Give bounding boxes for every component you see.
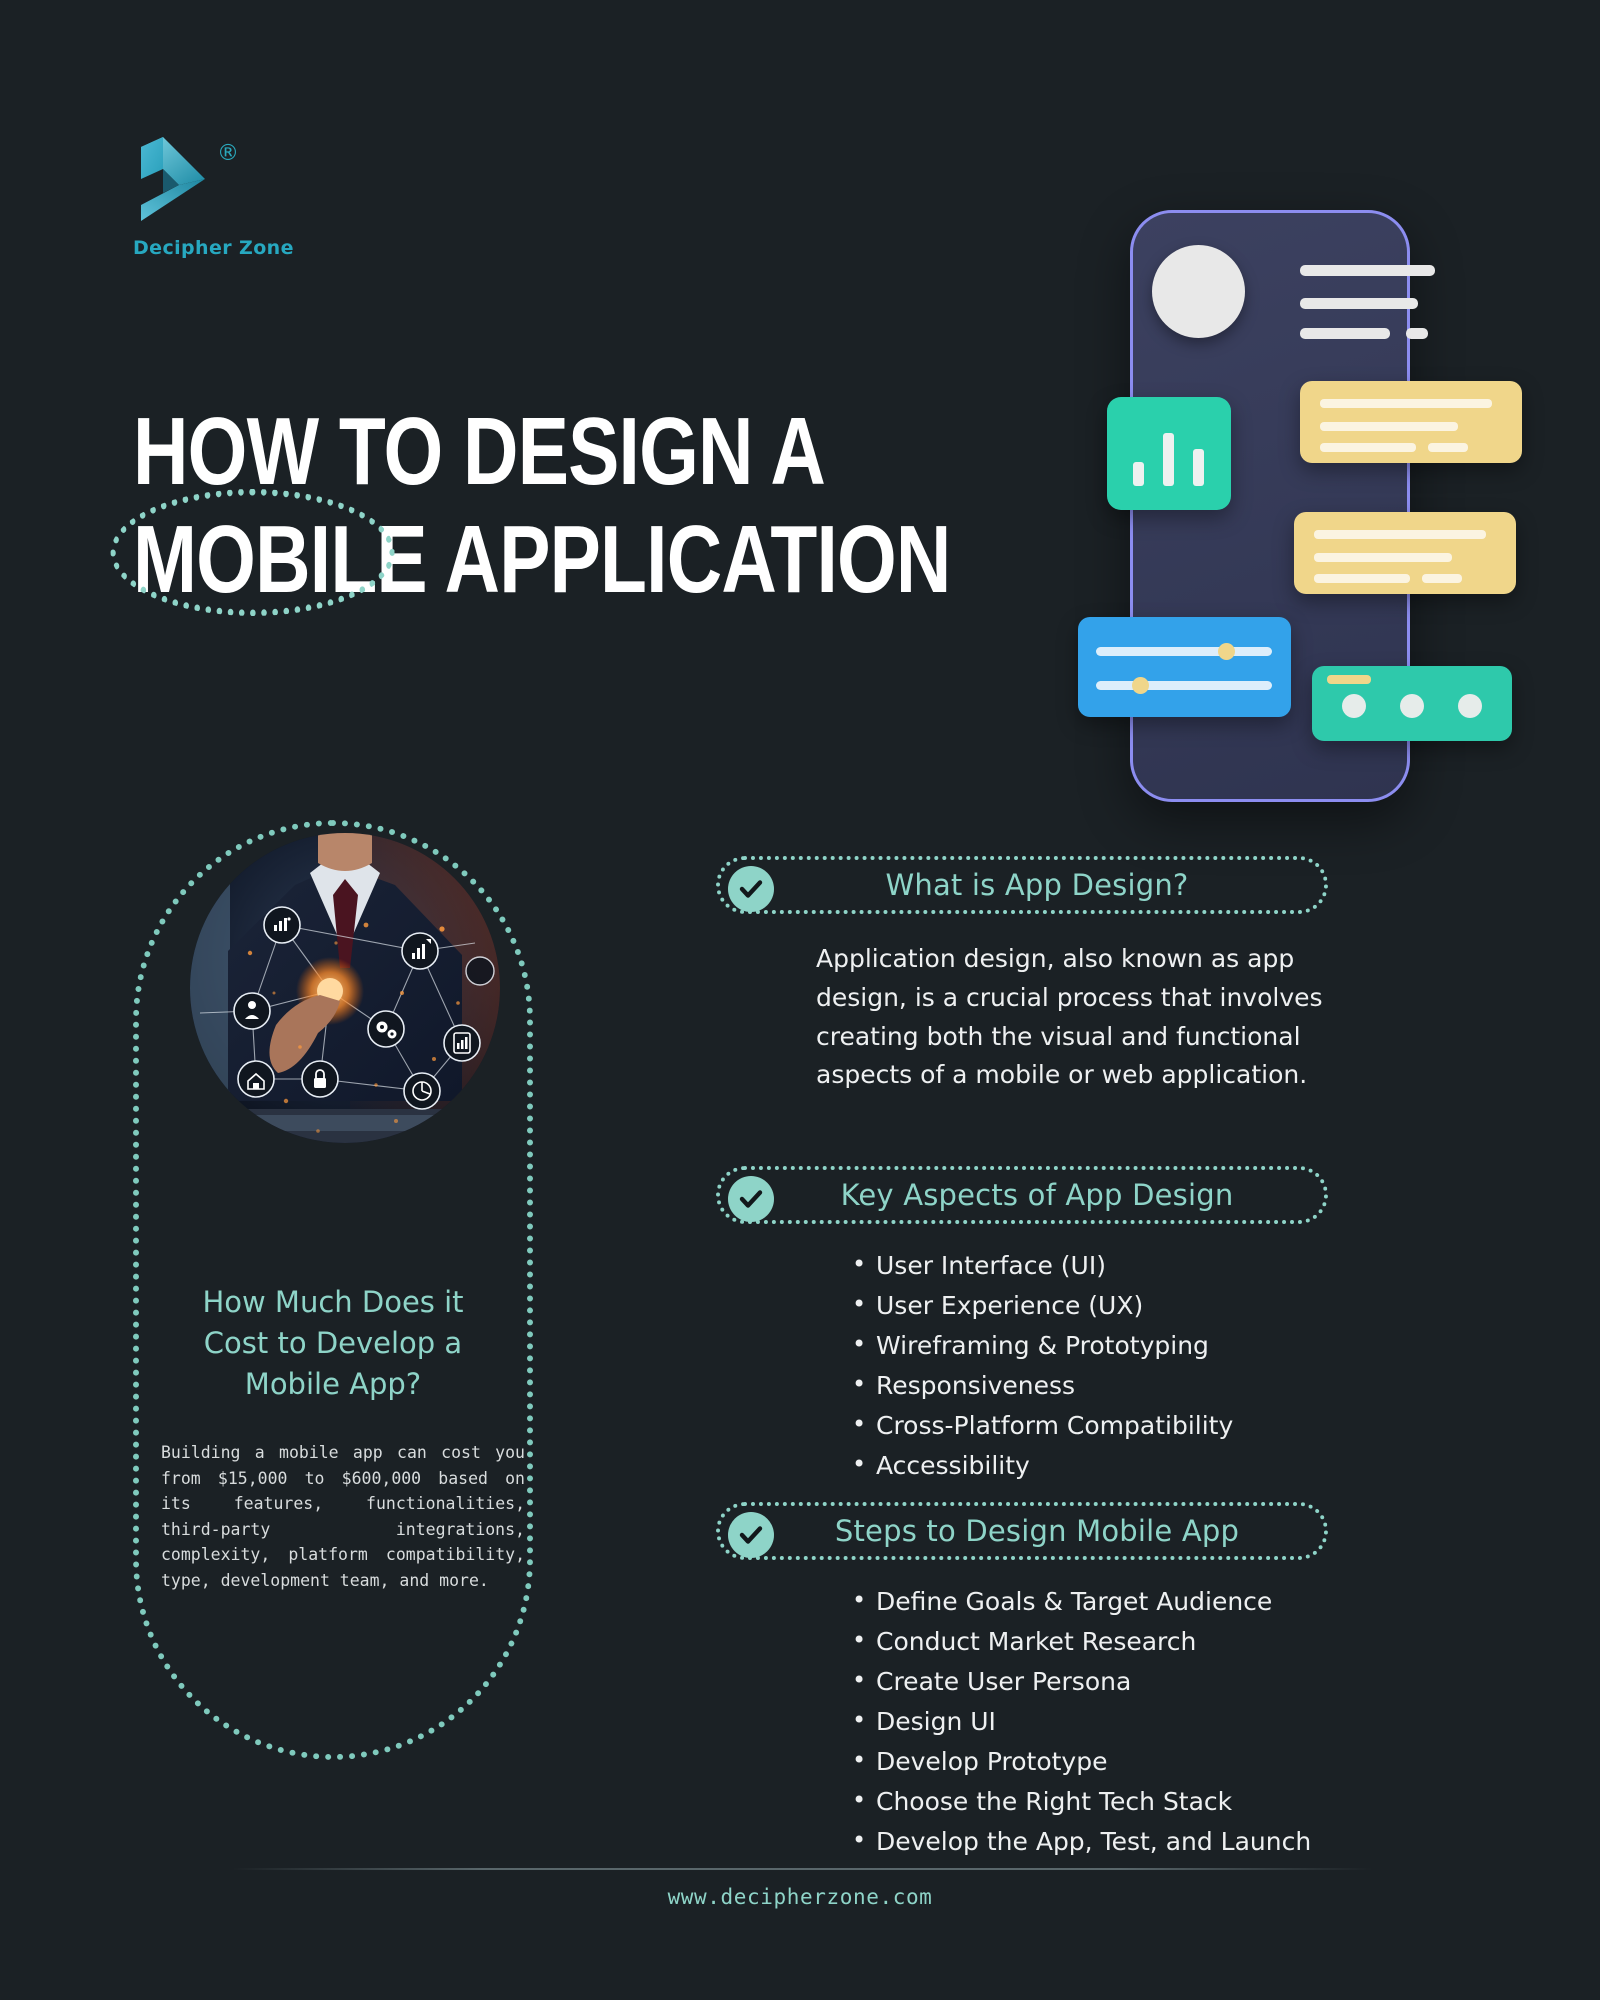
content-card-1-line-3 [1320,443,1416,452]
toggle-dot-2 [1400,694,1424,718]
check-circle-icon [728,1512,774,1558]
key-aspects-list: User Interface (UI) User Experience (UX)… [852,1245,1332,1486]
section-title: What is App Design? [885,868,1189,902]
section-body: Application design, also known as app de… [816,944,1323,1090]
list-item: Develop the App, Test, and Launch [852,1821,1332,1862]
list-item: User Interface (UI) [852,1245,1332,1286]
list-item: Choose the Right Tech Stack [852,1781,1332,1822]
section-header[interactable]: Key Aspects of App Design [716,1166,1328,1224]
slider-track-1 [1096,647,1272,656]
list-item: Create User Persona [852,1661,1332,1702]
registered-trademark-icon: ® [217,141,239,166]
content-card-1-line-4 [1428,443,1468,452]
content-card-1 [1300,381,1522,463]
chart-bar-2 [1163,433,1174,486]
slider-knob-1 [1218,643,1235,660]
header-line-1 [1300,265,1435,276]
content-card-1-line-1 [1320,399,1492,408]
list-item: Accessibility [852,1445,1332,1486]
brand-name: Decipher Zone [133,237,294,259]
content-card-2-line-4 [1422,574,1462,583]
toggle-dot-1 [1342,694,1366,718]
section-title: Steps to Design Mobile App [834,1514,1240,1548]
list-item: Conduct Market Research [852,1621,1332,1662]
infographic-page: ® Decipher Zone HOW TO DESIGN A MOBILE A… [0,0,1600,2000]
toggle-dots-card [1312,666,1512,741]
content-card-1-line-2 [1320,422,1458,431]
list-item: Wireframing & Prototyping [852,1325,1332,1366]
footer-divider [232,1868,1372,1870]
check-circle-icon [728,866,774,912]
businessman-network-photo [190,833,500,1143]
content-card-2 [1294,512,1516,594]
decipher-zone-logo-icon: ® [133,135,239,223]
section-header[interactable]: Steps to Design Mobile App [716,1502,1328,1560]
toggle-card-tab [1327,675,1371,684]
section-header[interactable]: What is App Design? [716,856,1328,914]
cost-heading: How Much Does it Cost to Develop a Mobil… [202,1285,464,1402]
header-line-4 [1406,328,1428,339]
chart-bar-3 [1193,449,1204,486]
title-line-2: MOBILE APPLICATION [110,489,951,617]
brand-logo-block[interactable]: ® Decipher Zone [133,135,353,259]
slider-knob-2 [1132,677,1149,694]
page-title: HOW TO DESIGN A MOBILE APPLICATION [110,398,1033,617]
list-item: Responsiveness [852,1365,1332,1406]
section-title: Key Aspects of App Design [840,1178,1234,1212]
title-line-1: HOW TO DESIGN A [133,398,826,505]
footer-website-url[interactable]: www.decipherzone.com [0,1885,1600,1909]
section-steps: Steps to Design Mobile App Define Goals … [716,1502,1332,1862]
avatar [1152,245,1245,338]
section-key-aspects: Key Aspects of App Design User Interface… [716,1166,1332,1486]
chart-bar-1 [1133,462,1144,486]
list-item: User Experience (UX) [852,1285,1332,1326]
bar-chart-card [1107,397,1231,510]
list-item: Define Goals & Target Audience [852,1581,1332,1622]
steps-list: Define Goals & Target Audience Conduct M… [852,1581,1332,1862]
title-line-2-text: MOBILE APPLICATION [133,506,951,614]
list-item: Cross-Platform Compatibility [852,1405,1332,1446]
slider-control-card [1078,617,1291,717]
content-card-2-line-3 [1314,574,1410,583]
content-card-2-line-1 [1314,530,1486,539]
section-what-is-app-design: What is App Design? Application design, … [716,856,1332,1095]
header-line-2 [1300,298,1418,309]
check-circle-icon [728,1176,774,1222]
header-line-3 [1300,328,1390,339]
list-item: Develop Prototype [852,1741,1332,1782]
content-card-2-line-2 [1314,553,1452,562]
slider-track-2 [1096,681,1272,690]
toggle-dot-3 [1458,694,1482,718]
list-item: Design UI [852,1701,1332,1742]
cost-body-text: Building a mobile app can cost you from … [161,1443,525,1590]
